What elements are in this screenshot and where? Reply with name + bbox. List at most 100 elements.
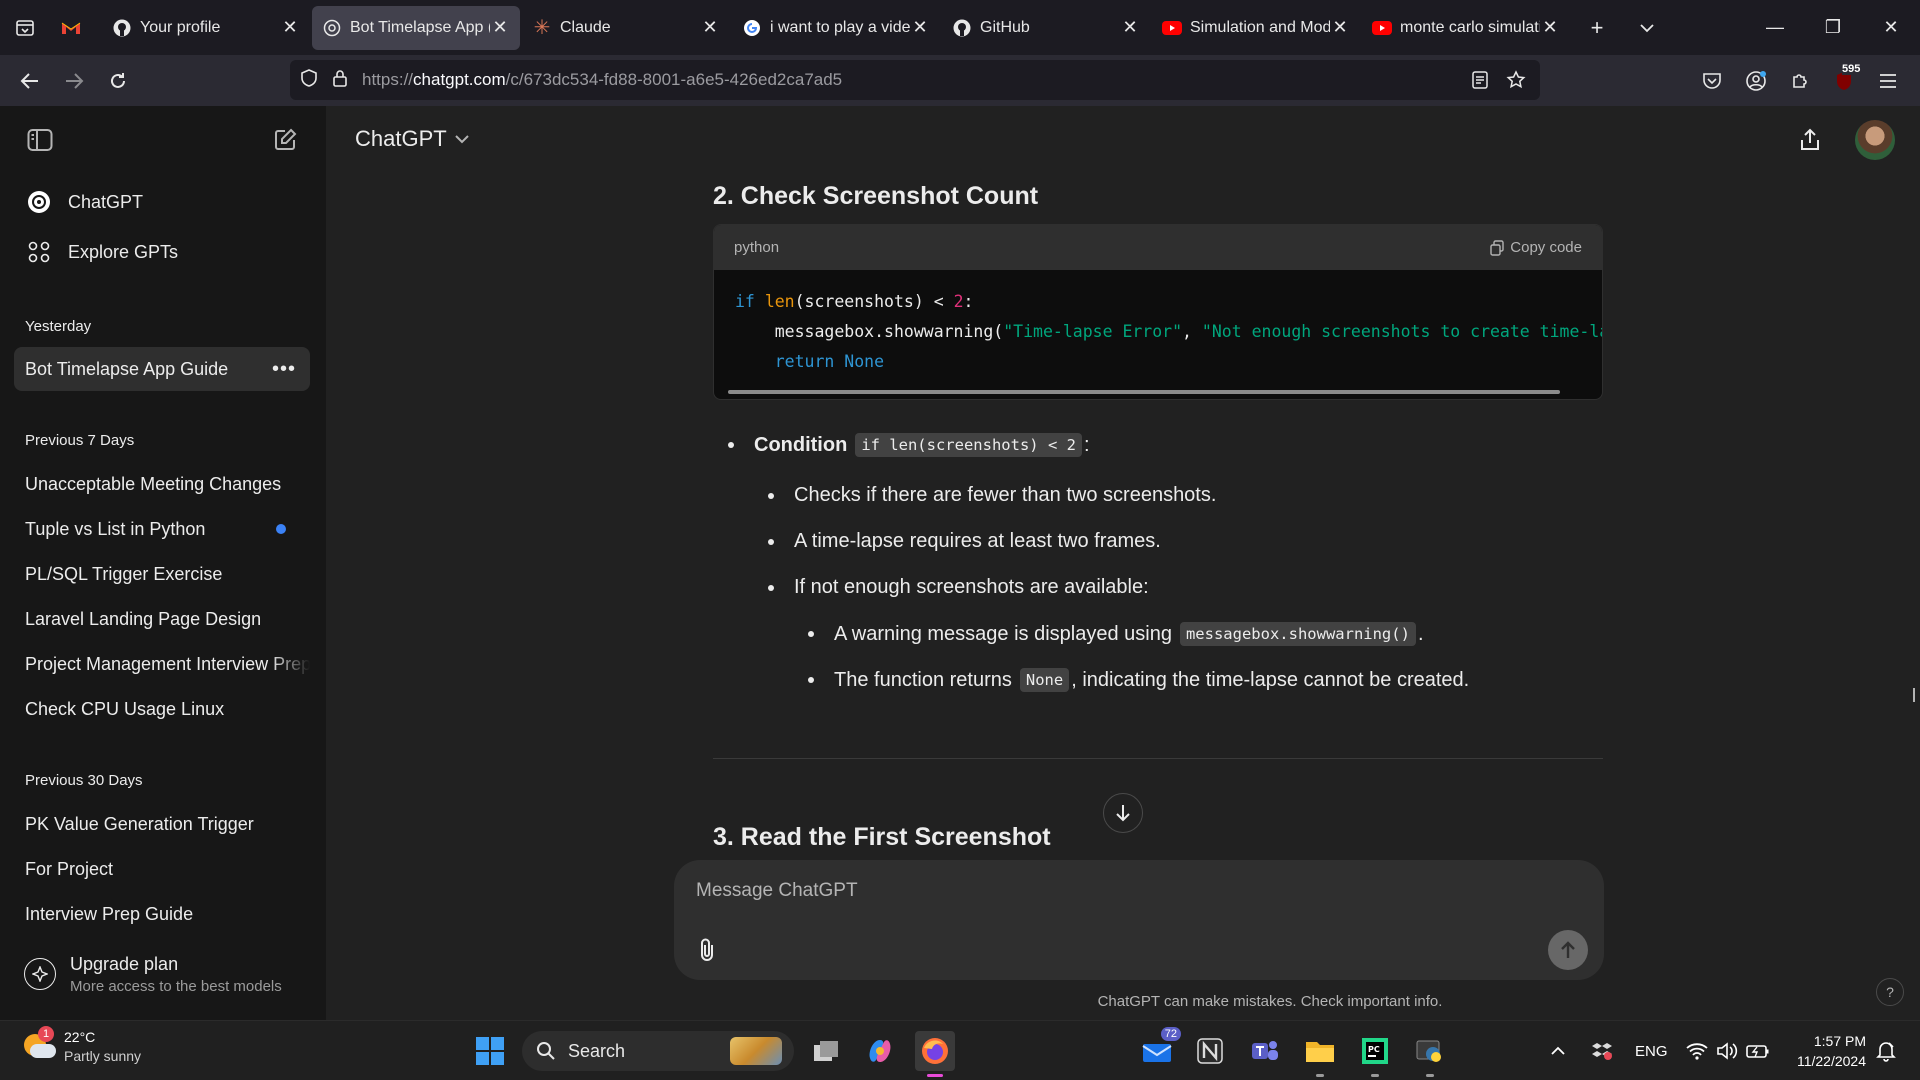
account-icon[interactable]: [1734, 61, 1778, 101]
file-explorer-icon[interactable]: [1300, 1031, 1340, 1077]
back-arrow-icon[interactable]: [8, 61, 52, 101]
chat-main: ChatGPT 2. Check Screenshot Count python…: [326, 106, 1920, 1020]
minimize-icon[interactable]: —: [1746, 0, 1804, 55]
tab-close-icon[interactable]: ✕: [700, 17, 720, 38]
tab-gmail[interactable]: [50, 6, 100, 50]
tab-simulation-youtube[interactable]: Simulation and Mod ✕: [1152, 6, 1360, 50]
tab-close-icon[interactable]: ✕: [280, 17, 300, 38]
code-language: python: [734, 239, 780, 256]
tab-claude[interactable]: ✳ Claude ✕: [522, 6, 730, 50]
user-avatar[interactable]: [1855, 120, 1895, 160]
chat-item[interactable]: PL/SQL Trigger Exercise: [14, 552, 310, 596]
app-menu-hamburger-icon[interactable]: [1866, 61, 1910, 101]
tab-overflow-chevron-icon[interactable]: [1622, 6, 1672, 50]
tab-close-icon[interactable]: ✕: [1330, 17, 1350, 38]
toggle-sidebar-icon[interactable]: [22, 122, 58, 158]
chat-item[interactable]: Interview Prep Guide: [14, 892, 310, 936]
tab-close-icon[interactable]: ✕: [1540, 17, 1560, 38]
tab-google-search[interactable]: i want to play a vide ✕: [732, 6, 940, 50]
forward-arrow-icon[interactable]: [52, 61, 96, 101]
copy-code-button[interactable]: Copy code: [1490, 239, 1582, 256]
teams-icon[interactable]: [1245, 1031, 1285, 1071]
share-icon[interactable]: [1790, 120, 1830, 160]
chat-item[interactable]: Project Management Interview Prep: [14, 642, 310, 686]
ublock-shield-icon[interactable]: 595: [1822, 61, 1866, 101]
chat-item[interactable]: Laravel Landing Page Design: [14, 597, 310, 641]
reload-icon[interactable]: [96, 61, 140, 101]
close-window-icon[interactable]: ✕: [1862, 0, 1920, 55]
github-icon: [952, 18, 972, 38]
clock[interactable]: 1:57 PM 11/22/2024: [1797, 1031, 1866, 1071]
restore-icon[interactable]: ❐: [1804, 0, 1862, 55]
attach-paperclip-icon[interactable]: [692, 935, 722, 965]
model-selector[interactable]: ChatGPT: [355, 126, 469, 152]
bookmark-star-icon[interactable]: [1498, 70, 1534, 90]
python-app-icon[interactable]: [1410, 1031, 1450, 1077]
chat-options-ellipsis-icon[interactable]: •••: [272, 358, 296, 381]
tab-chatgpt[interactable]: Bot Timelapse App ( ✕: [312, 5, 520, 50]
windows-start-icon[interactable]: [470, 1031, 510, 1071]
extensions-puzzle-icon[interactable]: [1778, 61, 1822, 101]
arrow-up-icon: [1560, 941, 1576, 959]
tab-close-icon[interactable]: ✕: [910, 17, 930, 38]
sidebar-nav-explore-gpts[interactable]: Explore GPTs: [14, 230, 310, 274]
lock-icon[interactable]: [332, 69, 348, 92]
message-composer[interactable]: Message ChatGPT: [674, 860, 1604, 980]
chat-item[interactable]: PK Value Generation Trigger: [14, 802, 310, 846]
code-horizontal-scrollbar[interactable]: [728, 390, 1560, 394]
dropbox-sync-icon[interactable]: [1592, 1021, 1612, 1080]
help-button[interactable]: ?: [1876, 978, 1904, 1006]
tracking-shield-icon[interactable]: [300, 68, 318, 93]
tab-your-profile[interactable]: Your profile ✕: [102, 6, 310, 50]
chat-item[interactable]: Check CPU Usage Linux: [14, 687, 310, 731]
tray-overflow-chevron-icon[interactable]: [1550, 1021, 1566, 1080]
upgrade-plan-button[interactable]: Upgrade plan More access to the best mod…: [14, 944, 310, 1004]
sidebar-nav-label: Explore GPTs: [68, 241, 179, 262]
tab-close-icon[interactable]: ✕: [1120, 17, 1140, 38]
bullet-text: Checks if there are fewer than two scree…: [794, 484, 1217, 506]
battery-charging-icon[interactable]: [1746, 1021, 1770, 1080]
list-item: A time-lapse requires at least two frame…: [768, 530, 1161, 553]
bullet-text: :: [1083, 433, 1090, 456]
reader-view-icon[interactable]: [1462, 71, 1498, 89]
tab-title: Bot Timelapse App (: [350, 18, 490, 36]
tab-title: GitHub: [980, 18, 1030, 36]
tab-close-icon[interactable]: ✕: [490, 17, 510, 38]
pocket-icon[interactable]: [1690, 61, 1734, 101]
taskbar-search[interactable]: Search: [522, 1031, 794, 1071]
wifi-icon[interactable]: [1686, 1021, 1708, 1080]
weather-widget[interactable]: 1 22°C Partly sunny: [22, 1025, 141, 1064]
search-label: Search: [568, 1040, 626, 1061]
list-item: Condition if len(screenshots) < 2 :: [728, 433, 1090, 457]
new-tab-plus-icon[interactable]: +: [1572, 6, 1622, 50]
message-input[interactable]: Message ChatGPT: [696, 880, 858, 902]
chat-item[interactable]: Unacceptable Meeting Changes: [14, 462, 310, 506]
tab-monte-carlo-youtube[interactable]: monte carlo simulati ✕: [1362, 6, 1570, 50]
send-button[interactable]: [1548, 930, 1588, 970]
chat-item[interactable]: For Project: [14, 847, 310, 891]
tab-list-menu-icon[interactable]: [0, 0, 50, 55]
copilot-icon[interactable]: [860, 1031, 900, 1071]
volume-icon[interactable]: [1716, 1021, 1738, 1080]
chat-item-label: Project Management Interview Prep: [25, 653, 310, 674]
chatgpt-logo-icon: [26, 189, 52, 215]
language-indicator[interactable]: ENG: [1635, 1021, 1668, 1080]
address-bar[interactable]: https://chatgpt.com/c/673dc534-fd88-8001…: [290, 60, 1540, 100]
tab-title: Simulation and Mod: [1190, 18, 1330, 36]
list-item: Checks if there are fewer than two scree…: [768, 484, 1216, 507]
search-icon: [536, 1041, 556, 1061]
notifications-bell-icon[interactable]: [1876, 1021, 1896, 1080]
chat-item[interactable]: Tuple vs List in Python: [14, 507, 310, 551]
notion-icon[interactable]: [1190, 1031, 1230, 1071]
scroll-to-bottom-button[interactable]: [1103, 793, 1143, 833]
task-view-icon[interactable]: [806, 1031, 846, 1071]
new-chat-icon[interactable]: [267, 122, 303, 158]
pycharm-icon[interactable]: PC: [1355, 1031, 1395, 1077]
sidebar-nav-chatgpt[interactable]: ChatGPT: [14, 180, 310, 224]
mail-icon[interactable]: 72: [1137, 1027, 1181, 1071]
firefox-taskbar-icon[interactable]: [915, 1031, 955, 1077]
upgrade-sparkle-icon: [24, 958, 56, 990]
unread-indicator-dot: [276, 524, 286, 534]
tab-github[interactable]: GitHub ✕: [942, 6, 1150, 50]
chat-item-bot-timelapse[interactable]: Bot Timelapse App Guide •••: [14, 347, 310, 391]
